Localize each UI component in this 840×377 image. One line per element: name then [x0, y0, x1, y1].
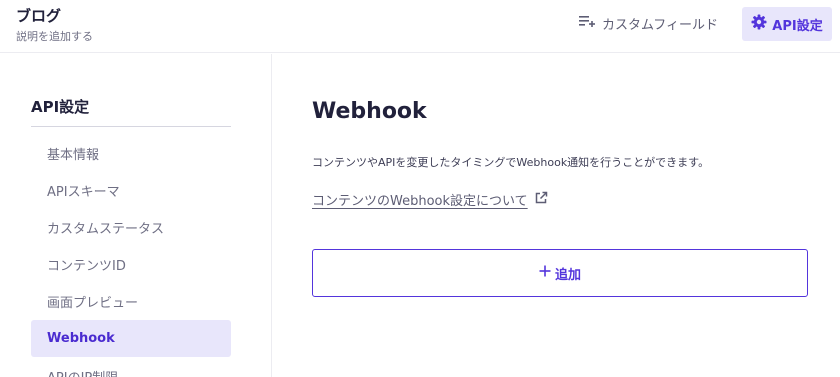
- main-content: Webhook コンテンツやAPIを変更したタイミングでWebhook通知を行う…: [272, 54, 840, 377]
- sidebar-item-screen-preview[interactable]: 画面プレビュー: [31, 283, 231, 320]
- page-description: コンテンツやAPIを変更したタイミングでWebhook通知を行うことができます。: [312, 156, 710, 169]
- add-webhook-button[interactable]: 追加: [312, 249, 808, 297]
- list-add-icon: [578, 14, 596, 32]
- page-title: Webhook: [312, 99, 427, 124]
- sidebar-item-custom-status[interactable]: カスタムステータス: [31, 209, 231, 246]
- webhook-help-link-text: コンテンツのWebhook設定について: [312, 194, 528, 209]
- settings-sidebar: API設定 基本情報 APIスキーマ カスタムステータス コンテンツID 画面プ…: [0, 54, 272, 377]
- sidebar-item-basic-info[interactable]: 基本情報: [31, 135, 231, 172]
- api-settings-label: API設定: [772, 18, 823, 34]
- top-header: ブログ 説明を追加する カスタムフィールド API設定: [0, 0, 840, 53]
- gear-icon: [751, 14, 767, 34]
- sidebar-heading: API設定: [31, 98, 90, 116]
- app-description[interactable]: 説明を追加する: [16, 28, 93, 44]
- sidebar-item-ip-restriction[interactable]: APIのIP制限: [31, 358, 231, 377]
- add-webhook-label: 追加: [554, 267, 581, 283]
- plus-icon: [539, 265, 551, 281]
- sidebar-item-content-id[interactable]: コンテンツID: [31, 246, 231, 283]
- custom-field-button[interactable]: カスタムフィールド: [578, 9, 718, 37]
- sidebar-item-webhook[interactable]: Webhook: [31, 320, 231, 357]
- webhook-help-link[interactable]: コンテンツのWebhook設定について: [312, 190, 548, 209]
- sidebar-item-api-schema[interactable]: APIスキーマ: [31, 172, 231, 209]
- app-title[interactable]: ブログ: [16, 5, 61, 26]
- external-link-icon: [534, 191, 548, 209]
- sidebar-divider: [31, 126, 231, 127]
- api-settings-button[interactable]: API設定: [742, 7, 832, 41]
- custom-field-label: カスタムフィールド: [602, 17, 718, 33]
